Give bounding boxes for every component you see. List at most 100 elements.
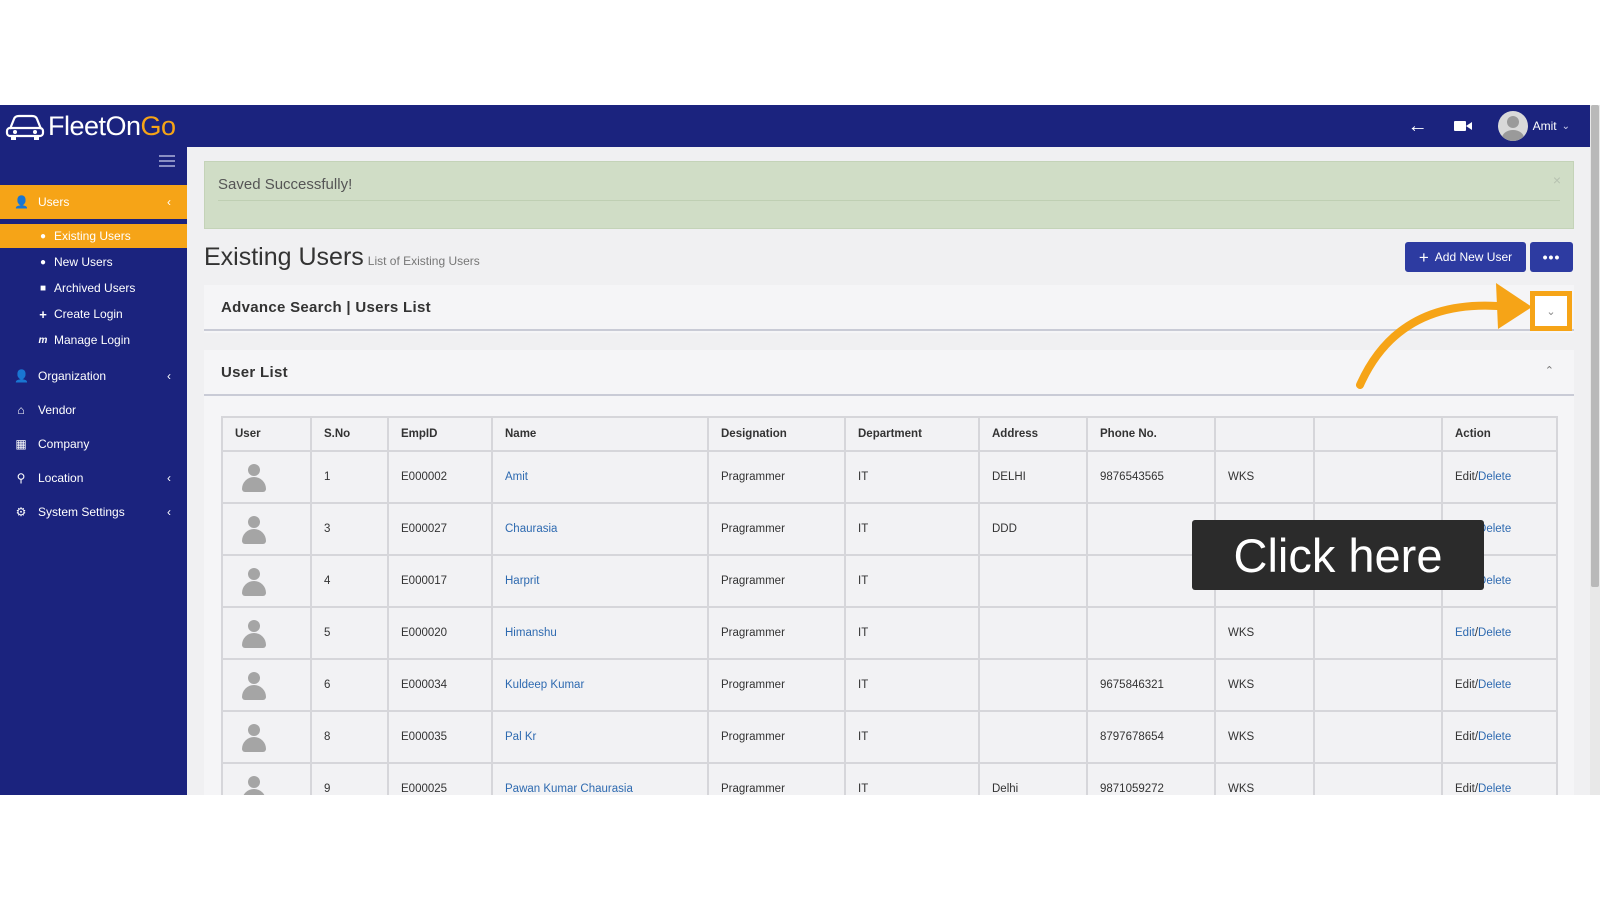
sidebar-item-manage-login[interactable]: m Manage Login (0, 328, 187, 352)
address-cell: DELHI (978, 450, 1088, 504)
empid-cell: E000020 (387, 606, 493, 660)
user-cell (221, 658, 312, 712)
sidebar-item-archived-users[interactable]: ■ Archived Users (0, 276, 187, 300)
department-cell: IT (844, 658, 980, 712)
arrow-left-icon[interactable]: ← (1408, 116, 1428, 136)
column-header-address[interactable]: Address (978, 416, 1088, 452)
column-header-extra[interactable] (1313, 416, 1443, 452)
name-link[interactable]: Amit (491, 450, 709, 504)
empid-cell: E000034 (387, 658, 493, 712)
brand-name: FleetOnGo (48, 110, 176, 141)
user-table: User S.No EmpID Name Designation Departm… (221, 416, 1558, 795)
user-cell (221, 762, 312, 795)
alert-divider (218, 200, 1560, 201)
name-link[interactable]: Himanshu (491, 606, 709, 660)
sidebar-item-create-login[interactable]: + Create Login (0, 302, 187, 326)
user-icon: 👤 (14, 369, 29, 383)
edit-link[interactable]: Edit (1455, 627, 1475, 639)
extra-cell (1313, 606, 1443, 660)
column-header-location[interactable] (1214, 416, 1315, 452)
avatar (241, 722, 267, 752)
chevron-left-icon: ‹ (167, 195, 171, 209)
edit-link[interactable]: Edit (1455, 731, 1475, 743)
delete-link[interactable]: Delete (1478, 783, 1511, 795)
sidebar-item-organization[interactable]: 👤 Organization ‹ (0, 359, 187, 393)
scrollbar-thumb[interactable] (1591, 105, 1599, 587)
table-row: 8 E000035 Pal Kr Programmer IT 8797678654 WKS E… (221, 710, 1558, 764)
address-cell: DDD (978, 502, 1088, 556)
chevron-left-icon: ‹ (167, 369, 171, 383)
user-menu[interactable]: Amit ⌄ (1497, 111, 1570, 141)
phone-cell: 9871059272 (1086, 762, 1216, 795)
table-row: 1 E000002 Amit Pragrammer IT DELHI 9876543565 W… (221, 450, 1558, 504)
location-cell: WKS (1214, 606, 1315, 660)
empid-cell: E000035 (387, 710, 493, 764)
extra-cell (1313, 450, 1443, 504)
designation-cell: Pragrammer (707, 554, 846, 608)
column-header-user[interactable]: User (221, 416, 312, 452)
plus-icon: + (39, 306, 47, 322)
delete-link[interactable]: Delete (1478, 627, 1511, 639)
delete-link[interactable]: Delete (1478, 679, 1511, 691)
sno-cell: 6 (310, 658, 389, 712)
table-header-row: User S.No EmpID Name Designation Departm… (221, 416, 1558, 452)
sno-cell: 3 (310, 502, 389, 556)
sidebar-item-existing-users[interactable]: ● Existing Users (0, 224, 187, 248)
sidebar-item-system-settings[interactable]: ⚙ System Settings ‹ (0, 495, 187, 529)
sidebar-item-new-users[interactable]: ● New Users (0, 250, 187, 274)
location-cell: WKS (1214, 658, 1315, 712)
column-header-sno[interactable]: S.No (310, 416, 389, 452)
name-link[interactable]: Pawan Kumar Chaurasia (491, 762, 709, 795)
curved-arrow-icon (1356, 283, 1532, 389)
sno-cell: 1 (310, 450, 389, 504)
empid-cell: E000025 (387, 762, 493, 795)
column-header-phone[interactable]: Phone No. (1086, 416, 1216, 452)
address-cell (978, 658, 1088, 712)
hamburger-menu-icon[interactable] (159, 155, 175, 167)
action-cell: Edit/Delete (1441, 658, 1558, 712)
avatar (241, 566, 267, 596)
action-cell: Edit/Delete (1441, 710, 1558, 764)
department-cell: IT (844, 450, 980, 504)
phone-cell (1086, 606, 1216, 660)
extra-cell (1313, 762, 1443, 795)
name-link[interactable]: Harprit (491, 554, 709, 608)
user-cell (221, 606, 312, 660)
sidebar-item-company[interactable]: ▦ Company (0, 427, 187, 461)
page-subtitle: List of Existing Users (367, 254, 480, 268)
trash-icon: ■ (39, 282, 47, 294)
column-header-department[interactable]: Department (844, 416, 980, 452)
user-cell (221, 554, 312, 608)
car-logo-icon (5, 114, 45, 140)
edit-link[interactable]: Edit (1455, 783, 1475, 795)
top-right-actions: ← Amit ⌄ (1408, 105, 1570, 147)
column-header-name[interactable]: Name (491, 416, 709, 452)
designation-cell: Programmer (707, 710, 846, 764)
name-link[interactable]: Pal Kr (491, 710, 709, 764)
column-header-action[interactable]: Action (1441, 416, 1558, 452)
video-camera-icon[interactable] (1453, 120, 1472, 132)
column-header-designation[interactable]: Designation (707, 416, 846, 452)
sno-cell: 5 (310, 606, 389, 660)
delete-link[interactable]: Delete (1478, 731, 1511, 743)
table-row: 9 E000025 Pawan Kumar Chaurasia Pragrammer I… (221, 762, 1558, 795)
logo[interactable]: FleetOnGo (4, 109, 176, 143)
location-cell: WKS (1214, 710, 1315, 764)
sidebar-item-users[interactable]: 👤 Users ‹ (0, 185, 187, 219)
edit-link[interactable]: Edit (1455, 679, 1475, 691)
user-icon: ● (39, 256, 47, 268)
department-cell: IT (844, 762, 980, 795)
avatar (241, 462, 267, 492)
sidebar: 👤 Users ‹ ● Existing Users ● New Users ■… (0, 147, 187, 795)
delete-link[interactable]: Delete (1478, 471, 1511, 483)
name-link[interactable]: Kuldeep Kumar (491, 658, 709, 712)
column-header-empid[interactable]: EmpID (387, 416, 493, 452)
close-icon[interactable]: × (1553, 172, 1561, 188)
sno-cell: 4 (310, 554, 389, 608)
sidebar-item-vendor[interactable]: ⌂ Vendor (0, 393, 187, 427)
empid-cell: E000017 (387, 554, 493, 608)
edit-link[interactable]: Edit (1455, 471, 1475, 483)
sidebar-item-location[interactable]: ⚲ Location ‹ (0, 461, 187, 495)
name-link[interactable]: Chaurasia (491, 502, 709, 556)
designation-cell: Pragrammer (707, 502, 846, 556)
